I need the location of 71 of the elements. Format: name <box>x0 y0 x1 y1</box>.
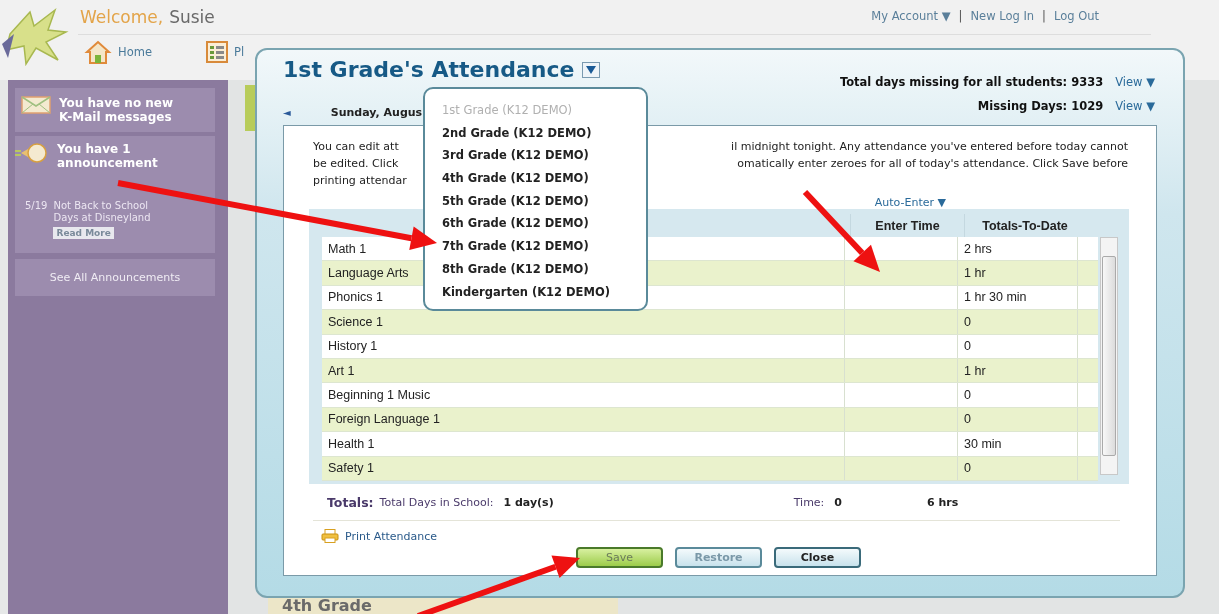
save-button[interactable]: Save <box>576 547 663 568</box>
notice-text: omatically enter zeroes for all of today's attendance. Click Save before <box>737 156 1128 172</box>
printer-icon <box>321 529 339 543</box>
menu-item[interactable]: 8th Grade (K12 DEMO) <box>442 257 589 281</box>
table-cell: 1 hr <box>964 363 986 378</box>
welcome-text: Welcome, <box>80 7 164 27</box>
time-value: 0 <box>834 495 842 509</box>
table-cell: 30 min <box>964 436 1002 451</box>
days-label: Total Days in School: <box>379 495 494 509</box>
table-cell: 1 hr <box>964 266 986 281</box>
envelope-icon <box>21 96 51 114</box>
table-cell: 2 hrs <box>964 241 992 256</box>
auto-enter-link[interactable]: Auto-Enter ▼ <box>874 196 946 210</box>
time-label: Time: <box>793 495 825 509</box>
stat-text: Missing Days: 1029 <box>977 99 1104 113</box>
table-cell: 0 <box>964 461 971 476</box>
list-icon <box>205 41 228 63</box>
menu-item[interactable]: Kindergarten (K12 DEMO) <box>442 280 610 304</box>
house-icon <box>84 40 112 64</box>
caret-icon <box>586 65 597 74</box>
menu-item[interactable]: 2nd Grade (K12 DEMO) <box>442 121 592 145</box>
notice-text: printing attendar <box>313 173 407 189</box>
table-cell: Science 1 <box>328 314 383 329</box>
link-separator: | <box>1042 9 1046 23</box>
table-cell: Phonics 1 <box>328 290 383 305</box>
total-value: 6 hrs <box>927 495 959 509</box>
stat-text: Total days missing for all students: 9333 <box>839 75 1104 89</box>
menu-item[interactable]: 4th Grade (K12 DEMO) <box>442 167 589 190</box>
table-cell: 0 <box>964 412 971 427</box>
table-cell: Math 1 <box>328 241 367 256</box>
table-cell: Language Arts <box>328 266 409 281</box>
notice-text: be edited. Click <box>313 156 399 172</box>
scrollbar[interactable] <box>1100 237 1118 475</box>
days-value: 1 day(s) <box>503 495 554 509</box>
table-cell: Beginning 1 Music <box>328 388 431 403</box>
totals-label: Totals: <box>327 494 374 510</box>
announcement-title: Not Back to School Days at Disneyland <box>53 200 152 224</box>
menu-item[interactable]: 7th Grade (K12 DEMO) <box>442 235 589 258</box>
table-cell: Foreign Language 1 <box>328 412 440 427</box>
table-cell: 0 <box>964 314 971 329</box>
table-cell: 1 hr 30 min <box>964 290 1027 305</box>
notice-text: You can edit att <box>313 139 399 155</box>
menu-item[interactable]: 3rd Grade (K12 DEMO) <box>442 144 589 168</box>
menu-item[interactable]: 6th Grade (K12 DEMO) <box>442 212 589 236</box>
announcement-status: You have 1 announcement <box>57 142 159 170</box>
menu-item[interactable]: 5th Grade (K12 DEMO) <box>442 189 589 213</box>
megaphone-icon <box>15 142 49 164</box>
account-link[interactable]: New Log In <box>970 9 1035 23</box>
table-cell: 0 <box>964 388 971 403</box>
account-link[interactable]: My Account ▼ <box>871 9 951 23</box>
date-label: Sunday, Augus <box>330 105 423 119</box>
user-name: Susie <box>169 7 215 27</box>
notice-text: il midnight tonight. Any attendance you've entered before today cannot <box>731 139 1128 155</box>
view-link[interactable]: View ▼ <box>1115 75 1155 89</box>
nav-tab[interactable]: Pl <box>205 40 245 64</box>
action-button[interactable]: Close <box>774 547 861 568</box>
table-cell: Health 1 <box>328 436 375 451</box>
nav-tab[interactable]: Home <box>84 40 152 64</box>
print-link[interactable]: Print Attendance <box>345 529 437 543</box>
previous-day-button[interactable]: ◄ <box>283 106 291 118</box>
kmail-status: You have no new K-Mail messages <box>59 96 175 124</box>
table-cell: 0 <box>964 339 971 354</box>
announcement-date: 5/19 <box>25 200 48 213</box>
link-separator: | <box>958 9 963 23</box>
table-cell: Safety 1 <box>328 461 374 476</box>
table-cell: Art 1 <box>328 363 355 378</box>
table-cell: History 1 <box>328 339 378 354</box>
grade-dropdown-toggle[interactable] <box>582 61 601 78</box>
view-link[interactable]: View ▼ <box>1115 99 1155 113</box>
modal-title: 1st Grade's Attendance <box>283 57 575 82</box>
account-link[interactable]: Log Out <box>1053 9 1099 23</box>
